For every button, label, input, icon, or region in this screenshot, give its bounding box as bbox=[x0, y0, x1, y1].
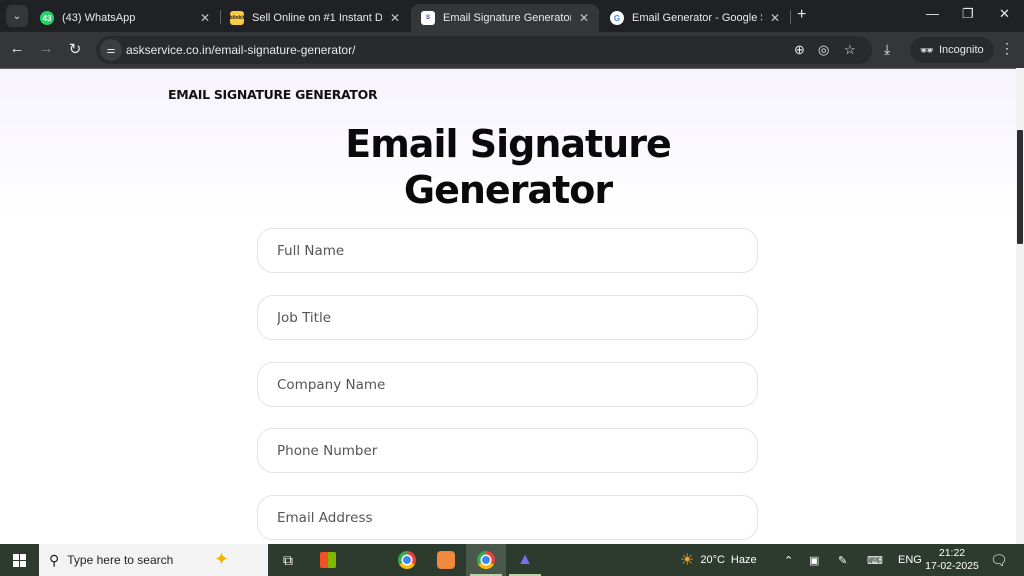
bookmark-star-icon[interactable]: ☆ bbox=[844, 42, 856, 58]
reload-icon: ↻ bbox=[68, 41, 82, 58]
back-button[interactable]: ← bbox=[7, 40, 27, 57]
zoom-icon[interactable]: ⊕ bbox=[794, 42, 805, 58]
phone-number-input[interactable] bbox=[258, 429, 757, 472]
clock[interactable]: 21:22 17-02-2025 bbox=[924, 547, 980, 573]
store-icon bbox=[320, 552, 336, 568]
task-view-icon: ⧉ bbox=[283, 551, 293, 568]
arrow-right-icon: → bbox=[38, 40, 54, 57]
tab-separator bbox=[790, 10, 791, 24]
tab-title: Sell Online on #1 Instant Delive bbox=[252, 12, 382, 24]
page-scrollbar[interactable] bbox=[1016, 68, 1024, 544]
notifications-button[interactable]: 🗨 bbox=[990, 544, 1008, 576]
site-logo-text[interactable]: EMAIL SIGNATURE GENERATOR bbox=[168, 87, 378, 102]
sparkle-icon: ✦ bbox=[214, 549, 230, 569]
weather-condition: Haze bbox=[730, 554, 757, 566]
reload-button[interactable]: ↻ bbox=[65, 40, 85, 58]
site-info-button[interactable]: ⚌ bbox=[100, 39, 122, 61]
incognito-icon: 🕶 bbox=[920, 44, 934, 57]
clock-date: 17-02-2025 bbox=[925, 560, 979, 572]
touch-keyboard-button[interactable]: ⌨ bbox=[867, 544, 883, 576]
weather-widget[interactable]: ☀ 20°C Haze bbox=[680, 544, 757, 576]
tab-strip: ⌄ 43 (43) WhatsApp ✕ blinkit Sell Online… bbox=[0, 0, 1024, 32]
tray-app-button[interactable]: ▣ bbox=[809, 544, 819, 576]
scrollbar-thumb[interactable] bbox=[1017, 130, 1023, 244]
keyboard-icon: ⌨ bbox=[867, 554, 883, 567]
show-hidden-icons-button[interactable]: ⌃ bbox=[784, 544, 793, 576]
browser-toolbar: ← → ↻ ⚌ askservice.co.in/email-signature… bbox=[0, 32, 1024, 68]
close-tab-icon[interactable]: ✕ bbox=[390, 11, 400, 25]
pen-icon: ✎ bbox=[838, 554, 848, 567]
forward-button[interactable]: → bbox=[36, 40, 56, 57]
microsoft-store-button[interactable] bbox=[308, 544, 348, 576]
start-button[interactable] bbox=[0, 544, 38, 576]
tab-title: (43) WhatsApp bbox=[62, 12, 136, 24]
download-icon[interactable]: ⤓ bbox=[884, 41, 890, 58]
language-indicator[interactable]: ENG bbox=[898, 544, 922, 576]
email-address-input[interactable] bbox=[258, 496, 757, 539]
clock-time: 21:22 bbox=[938, 547, 966, 559]
company-name-input[interactable] bbox=[258, 363, 757, 406]
chrome-icon bbox=[398, 551, 416, 569]
eye-off-icon[interactable]: ◎ bbox=[818, 42, 829, 58]
whatsapp-icon: 43 bbox=[40, 11, 54, 25]
windows-logo-icon bbox=[12, 553, 26, 567]
close-tab-icon[interactable]: ✕ bbox=[770, 11, 780, 25]
url-text[interactable]: askservice.co.in/email-signature-generat… bbox=[126, 43, 355, 57]
new-tab-button[interactable]: + bbox=[797, 6, 806, 24]
close-tab-icon[interactable]: ✕ bbox=[579, 11, 589, 25]
blinkit-icon: blinkit bbox=[230, 11, 244, 25]
close-tab-icon[interactable]: ✕ bbox=[200, 11, 210, 25]
full-name-field[interactable] bbox=[257, 228, 758, 273]
page-title-line2: Generator bbox=[403, 168, 613, 212]
weather-haze-icon: ☀ bbox=[680, 552, 695, 569]
taskbar-search[interactable]: ⚲ Type here to search ✦ bbox=[39, 544, 268, 576]
job-title-field[interactable] bbox=[257, 295, 758, 340]
more-menu-icon[interactable]: ⋮ bbox=[1000, 40, 1014, 57]
windows-taskbar: ⚲ Type here to search ✦ ⧉ ▲ ☀ 20°C Haze … bbox=[0, 544, 1024, 576]
tab-title: Email Generator - Google Searc bbox=[632, 12, 762, 24]
tab-whatsapp[interactable]: 43 (43) WhatsApp ✕ bbox=[30, 4, 220, 32]
address-bar[interactable]: ⚌ askservice.co.in/email-signature-gener… bbox=[96, 36, 872, 64]
google-icon: G bbox=[610, 11, 624, 25]
notification-icon: 🗨 bbox=[990, 551, 1008, 568]
incognito-label: Incognito bbox=[938, 44, 984, 56]
minimize-button[interactable]: — bbox=[926, 6, 939, 21]
page-viewport: EMAIL SIGNATURE GENERATOR Email Signatur… bbox=[0, 68, 1016, 544]
tab-google-search[interactable]: G Email Generator - Google Searc ✕ bbox=[600, 4, 790, 32]
site-icon: S bbox=[421, 11, 435, 25]
chevron-up-icon: ⌃ bbox=[784, 554, 794, 567]
email-address-field[interactable] bbox=[257, 495, 758, 540]
page-title-line1: Email Signature bbox=[345, 122, 672, 166]
full-name-input[interactable] bbox=[258, 229, 757, 272]
photos-icon: ▲ bbox=[517, 551, 533, 568]
page-title: Email Signature Generator bbox=[0, 121, 1016, 213]
app-icon bbox=[437, 551, 455, 569]
arrow-left-icon: ← bbox=[9, 40, 25, 57]
tab-title: Email Signature Generator bbox=[443, 12, 571, 24]
chrome-taskbar-button[interactable] bbox=[387, 544, 427, 576]
search-icon: ⚲ bbox=[49, 551, 60, 568]
close-window-button[interactable]: ✕ bbox=[999, 6, 1010, 22]
tune-icon: ⚌ bbox=[106, 44, 116, 56]
job-title-input[interactable] bbox=[258, 296, 757, 339]
photos-taskbar-button[interactable]: ▲ bbox=[505, 544, 545, 576]
chevron-down-icon: ⌄ bbox=[12, 10, 22, 22]
task-view-button[interactable]: ⧉ bbox=[268, 544, 308, 576]
incognito-indicator[interactable]: 🕶 Incognito bbox=[910, 37, 994, 63]
company-name-field[interactable] bbox=[257, 362, 758, 407]
pen-button[interactable]: ✎ bbox=[838, 544, 847, 576]
tab-blinkit[interactable]: blinkit Sell Online on #1 Instant Delive… bbox=[220, 4, 410, 32]
tab-search-button[interactable]: ⌄ bbox=[6, 5, 28, 27]
chrome-incognito-taskbar-button[interactable] bbox=[466, 544, 506, 576]
phone-number-field[interactable] bbox=[257, 428, 758, 473]
taskbar-search-placeholder: Type here to search bbox=[67, 553, 174, 567]
app-taskbar-button[interactable] bbox=[426, 544, 466, 576]
tab-email-signature-generator[interactable]: S Email Signature Generator ✕ bbox=[411, 4, 599, 32]
weather-temp: 20°C bbox=[700, 554, 725, 566]
tray-app-icon: ▣ bbox=[809, 554, 820, 567]
chrome-icon bbox=[477, 551, 495, 569]
restore-button[interactable]: ❐ bbox=[962, 6, 974, 22]
